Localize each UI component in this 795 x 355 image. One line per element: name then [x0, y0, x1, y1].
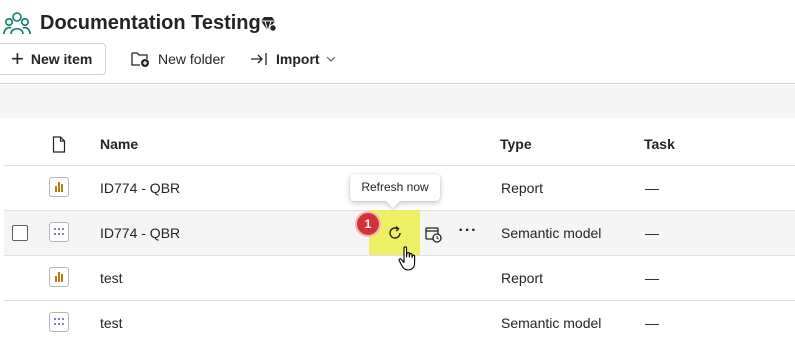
import-label: Import: [276, 51, 320, 67]
hand-cursor-icon: [398, 246, 416, 271]
new-item-label: New item: [30, 51, 93, 67]
import-dropdown-button[interactable]: Import: [250, 43, 336, 75]
refresh-now-tooltip: Refresh now: [350, 174, 440, 201]
column-header-name[interactable]: Name: [100, 136, 138, 152]
item-name[interactable]: test: [100, 315, 123, 331]
filter-band: [0, 85, 795, 118]
semantic-model-grid-icon: [49, 312, 69, 332]
item-name[interactable]: ID774 - QBR: [100, 180, 180, 196]
row-checkbox[interactable]: [12, 225, 28, 241]
more-options-button[interactable]: ···: [458, 223, 478, 241]
column-header-type[interactable]: Type: [500, 136, 532, 152]
table-header: Name Type Task: [4, 122, 795, 166]
item-type: Report: [501, 270, 544, 286]
item-task: —: [645, 315, 659, 331]
new-item-button[interactable]: + New item: [0, 43, 106, 75]
chevron-down-icon: [326, 56, 335, 62]
workspace-title: Documentation Testing: [40, 12, 261, 34]
new-folder-button[interactable]: New folder: [130, 43, 225, 75]
column-header-task[interactable]: Task: [644, 136, 675, 152]
document-icon: [52, 136, 66, 153]
semantic-model-grid-icon: [49, 222, 69, 242]
table-row[interactable]: test Semantic model —: [4, 301, 795, 346]
new-folder-label: New folder: [158, 51, 225, 67]
workspace-header: Documentation Testing: [0, 0, 795, 48]
item-task: —: [645, 270, 659, 286]
item-name[interactable]: test: [100, 270, 123, 286]
plus-icon: +: [11, 46, 24, 71]
step-number-badge: 1: [357, 213, 379, 235]
item-name[interactable]: ID774 - QBR: [100, 225, 180, 241]
item-type: Report: [501, 180, 544, 196]
schedule-refresh-icon[interactable]: [424, 225, 442, 243]
toolbar: + New item New folder Import: [0, 42, 795, 84]
report-bar-chart-icon: [49, 267, 69, 287]
workspace-people-icon: [3, 12, 31, 35]
item-task: —: [645, 225, 659, 241]
new-folder-icon: [131, 52, 149, 67]
import-arrow-icon: [251, 53, 267, 65]
item-task: —: [645, 180, 659, 196]
item-type: Semantic model: [501, 315, 602, 331]
refresh-icon[interactable]: [386, 224, 404, 242]
report-bar-chart-icon: [49, 177, 69, 197]
item-type: Semantic model: [501, 225, 602, 241]
premium-diamond-icon[interactable]: [258, 14, 278, 34]
